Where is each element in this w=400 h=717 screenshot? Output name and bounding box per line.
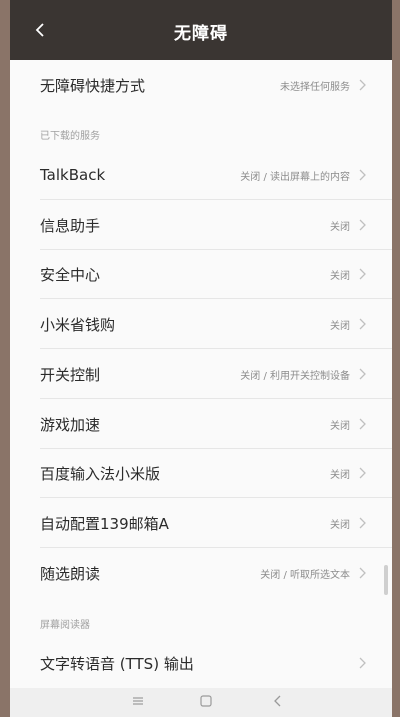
service-value: 关闭 <box>330 420 350 432</box>
service-value: 关闭 / 读出屏幕上的内容 <box>240 171 350 183</box>
chevron-right-icon <box>359 657 366 669</box>
menu-icon[interactable] <box>131 694 145 708</box>
service-item-mi-saver[interactable]: 小米省钱购 关闭 <box>10 299 392 349</box>
chevron-right-icon <box>359 219 366 231</box>
chevron-right-icon <box>359 318 366 330</box>
system-nav-bar <box>10 688 392 717</box>
chevron-right-icon <box>359 567 366 579</box>
chevron-right-icon <box>359 517 366 529</box>
section-header-screen-reader: 屏幕阅读器 <box>40 620 90 631</box>
service-label: 小米省钱购 <box>40 315 116 334</box>
service-value: 关闭 <box>330 221 350 233</box>
tts-output-item[interactable]: 文字转语音 (TTS) 输出 <box>10 638 392 688</box>
service-label: TalkBack <box>40 166 106 184</box>
chevron-right-icon <box>359 467 366 479</box>
back-icon[interactable] <box>271 694 285 708</box>
service-label: 开关控制 <box>40 365 101 384</box>
service-item-baidu-ime[interactable]: 百度输入法小米版 关闭 <box>10 448 392 498</box>
settings-list[interactable]: 无障碍快捷方式 未选择任何服务 已下载的服务 TalkBack 关闭 / 读出屏… <box>10 60 392 688</box>
chevron-right-icon <box>359 418 366 430</box>
service-item-139-mail[interactable]: 自动配置139邮箱A 关闭 <box>10 498 392 548</box>
service-item-switch-access[interactable]: 开关控制 关闭 / 利用开关控制设备 <box>10 349 392 399</box>
scrollbar[interactable] <box>384 565 388 595</box>
home-icon[interactable] <box>199 694 213 708</box>
chevron-right-icon <box>359 368 366 380</box>
shortcut-label: 无障碍快捷方式 <box>40 76 146 95</box>
section-header-downloaded: 已下载的服务 <box>40 131 100 142</box>
service-label: 安全中心 <box>40 265 101 284</box>
shortcut-value: 未选择任何服务 <box>280 81 350 93</box>
service-value: 关闭 / 利用开关控制设备 <box>240 370 350 382</box>
service-label: 百度输入法小米版 <box>40 464 161 483</box>
service-label: 游戏加速 <box>40 415 101 434</box>
service-value: 关闭 <box>330 270 350 282</box>
service-item-select-to-speak[interactable]: 随选朗读 关闭 / 听取所选文本 <box>10 548 392 598</box>
service-value: 关闭 / 听取所选文本 <box>260 569 350 581</box>
service-value: 关闭 <box>330 469 350 481</box>
service-value: 关闭 <box>330 519 350 531</box>
chevron-right-icon <box>359 268 366 280</box>
service-item-game-boost[interactable]: 游戏加速 关闭 <box>10 399 392 449</box>
service-label: 信息助手 <box>40 216 101 235</box>
service-label: 随选朗读 <box>40 564 101 583</box>
chevron-right-icon <box>359 79 366 91</box>
service-item-info-assistant[interactable]: 信息助手 关闭 <box>10 200 392 250</box>
service-value: 关闭 <box>330 320 350 332</box>
shortcut-item[interactable]: 无障碍快捷方式 未选择任何服务 <box>10 60 392 110</box>
chevron-right-icon <box>359 169 366 181</box>
phone-screen: 无障碍 无障碍快捷方式 未选择任何服务 已下载的服务 TalkBack 关闭 /… <box>10 0 392 717</box>
page-title: 无障碍 <box>174 24 228 44</box>
tts-label: 文字转语音 (TTS) 输出 <box>40 654 194 673</box>
title-bar: 无障碍 <box>10 0 392 60</box>
service-label: 自动配置139邮箱A <box>40 514 169 533</box>
service-item-talkback[interactable]: TalkBack 关闭 / 读出屏幕上的内容 <box>10 150 392 200</box>
service-item-security-center[interactable]: 安全中心 关闭 <box>10 249 392 299</box>
